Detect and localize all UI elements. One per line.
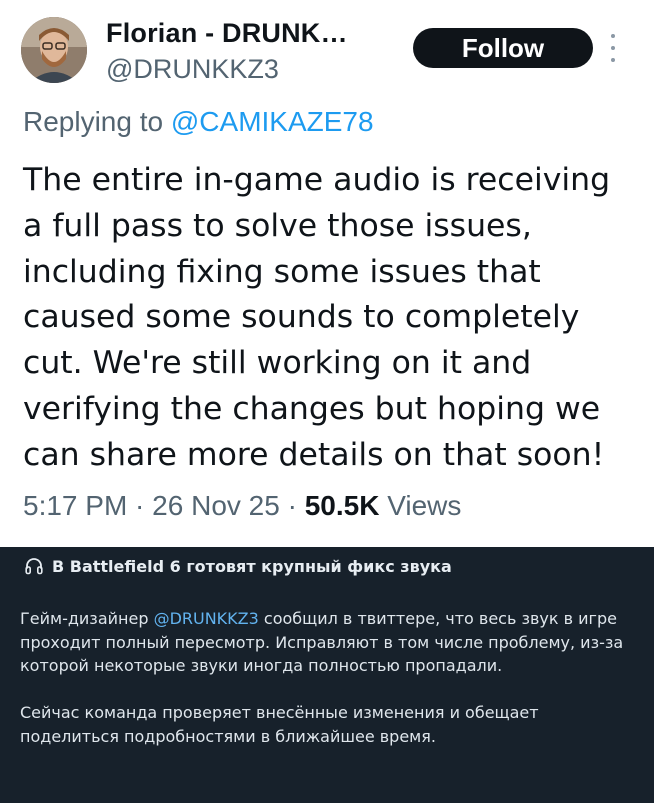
display-name[interactable]: Florian - DRUNK…	[106, 18, 348, 49]
views-count: 50.5K	[304, 490, 380, 521]
meta-separator: ·	[279, 490, 305, 521]
more-options-icon[interactable]	[607, 34, 619, 62]
replying-to: Replying to @CAMIKAZE78	[23, 106, 374, 138]
post-text: Гейм-дизайнер	[20, 609, 154, 628]
post-header: В Battlefield 6 готовят крупный фикс зву…	[24, 556, 452, 576]
meta-separator: ·	[127, 490, 153, 521]
channel-post: В Battlefield 6 готовят крупный фикс зву…	[0, 547, 654, 803]
tweet-screenshot: Florian - DRUNK… @DRUNKKZ3 Follow Replyi…	[0, 0, 654, 547]
replying-mention-link[interactable]: @CAMIKAZE78	[171, 106, 374, 137]
tweet-meta: 5:17 PM · 26 Nov 25 · 50.5K Views	[23, 490, 461, 522]
post-title: В Battlefield 6 готовят крупный фикс зву…	[52, 556, 452, 576]
follow-button[interactable]: Follow	[413, 28, 593, 68]
tweet-text: The entire in-game audio is receiving a …	[23, 162, 611, 473]
headphones-icon	[25, 558, 43, 575]
tweet-date[interactable]: 26 Nov 25	[152, 490, 280, 521]
views-label: Views	[379, 490, 462, 521]
avatar[interactable]	[21, 17, 87, 83]
post-mention-link[interactable]: @DRUNKKZ3	[154, 609, 259, 628]
post-body: Гейм-дизайнер @DRUNKKZ3 сообщил в твитте…	[20, 607, 640, 772]
user-handle[interactable]: @DRUNKKZ3	[106, 54, 279, 85]
post-paragraph: Сейчас команда проверяет внесённые измен…	[20, 703, 539, 746]
post-paragraph: Гейм-дизайнер @DRUNKKZ3 сообщил в твитте…	[20, 607, 640, 678]
tweet-time[interactable]: 5:17 PM	[23, 490, 127, 521]
replying-prefix: Replying to	[23, 106, 171, 137]
